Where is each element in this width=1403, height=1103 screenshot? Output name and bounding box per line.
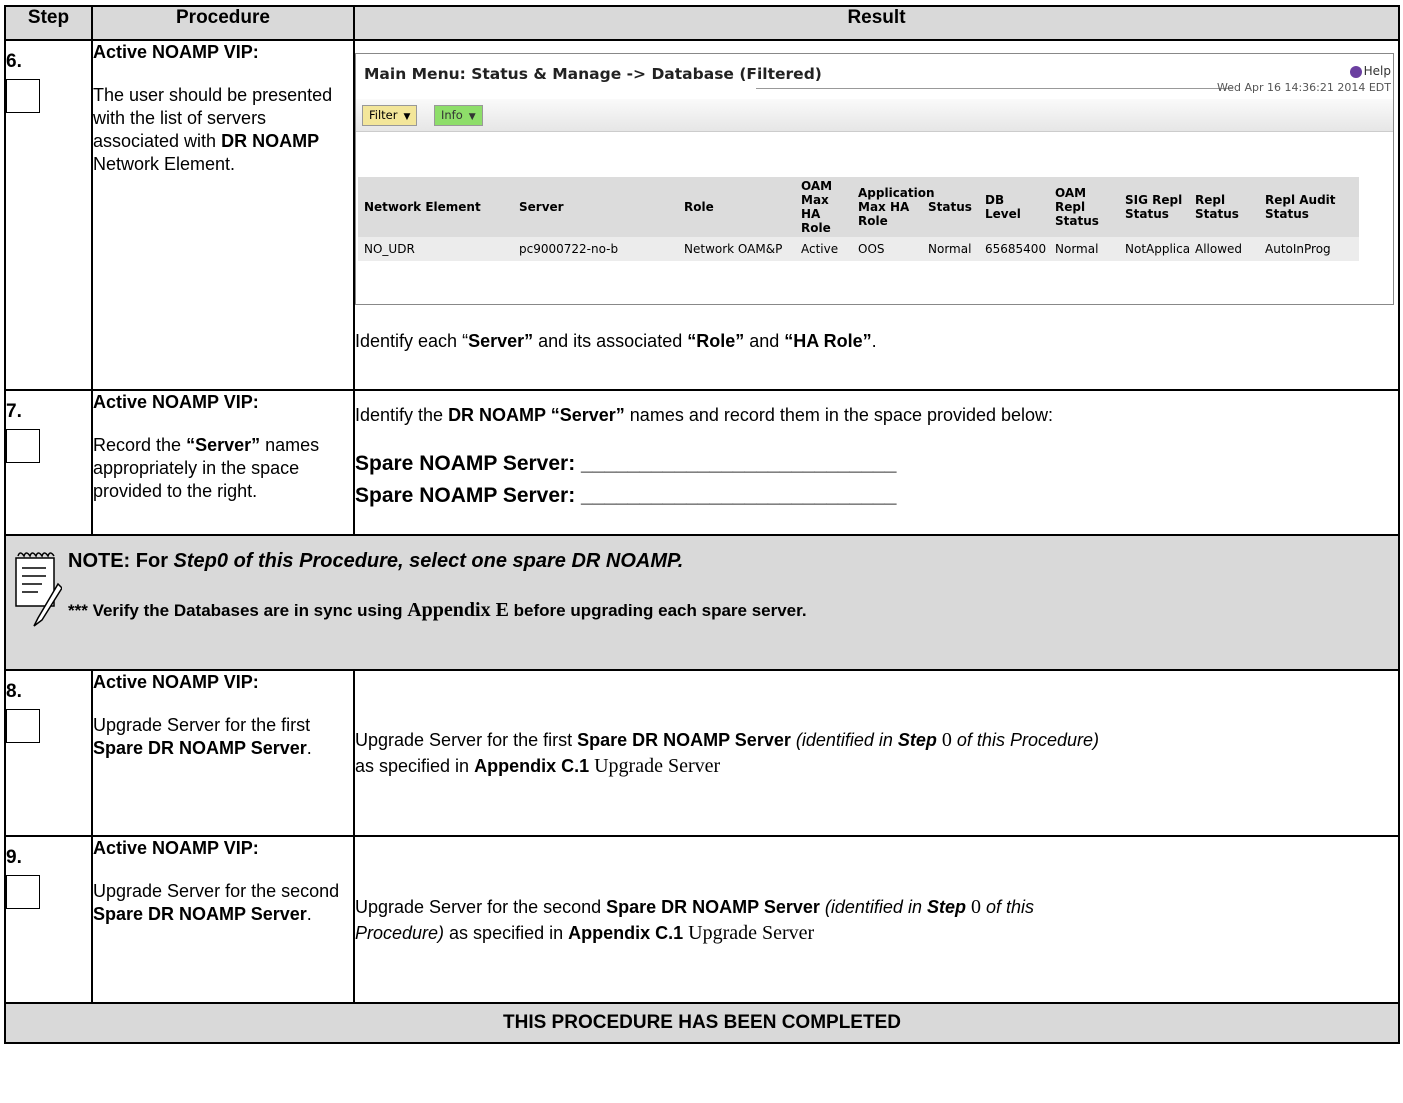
record-instruction: Identify the DR NOAMP “Server” names and… xyxy=(355,405,1054,425)
table-cell: 65685400 xyxy=(979,237,1049,261)
step-number: 6. xyxy=(6,51,22,72)
procedure-table: Step Procedure Result 6. Active NOAMP VI… xyxy=(4,5,1400,1044)
step-description: Upgrade Server for the second Spare DR N… xyxy=(93,881,340,924)
table-cell: AutoInProg xyxy=(1259,237,1359,261)
column-header[interactable]: OAM Max HA Role xyxy=(795,177,852,237)
step-title: Active NOAMP VIP: xyxy=(93,392,259,412)
header-procedure: Procedure xyxy=(91,5,355,41)
notepad-icon xyxy=(15,552,62,627)
table-cell: Network OAM&P xyxy=(678,237,795,261)
column-header[interactable]: Application Max HA Role xyxy=(852,177,935,237)
chevron-down-icon: ▼ xyxy=(403,112,411,122)
table-cell: Normal xyxy=(922,237,979,261)
table-row[interactable]: NO_UDR pc9000722-no-b Network OAM&P Acti… xyxy=(358,237,1359,261)
table-cell: NO_UDR xyxy=(358,237,513,261)
step-9-row: 9. Active NOAMP VIP: Upgrade Server for … xyxy=(4,835,1400,1004)
help-link[interactable]: Help xyxy=(1349,64,1391,78)
toolbar: Filter ▼ Info ▼ xyxy=(356,99,1393,132)
completion-row: THIS PROCEDURE HAS BEEN COMPLETED xyxy=(4,1002,1400,1044)
filter-button[interactable]: Filter ▼ xyxy=(362,105,418,126)
note-verify-text: *** Verify the Databases are in sync usi… xyxy=(68,599,807,621)
step-checkbox[interactable] xyxy=(6,875,40,909)
upgrade-instruction: Upgrade Server for the first Spare DR NO… xyxy=(355,729,1099,777)
table-cell: NotApplicab xyxy=(1119,237,1189,261)
step-6-row: 6. Active NOAMP VIP: The user should be … xyxy=(4,39,1400,391)
database-status-screenshot: Main Menu: Status & Manage -> Database (… xyxy=(355,53,1394,305)
note-row: NOTE: For Step0 of this Procedure, selec… xyxy=(4,534,1400,671)
database-table: Network Element Server Role OAM Max HA R… xyxy=(358,177,1359,261)
table-cell: Active xyxy=(795,237,852,261)
step-description: Record the “Server” names appropriately … xyxy=(93,435,320,501)
main-menu-title: Main Menu: Status & Manage -> Database (… xyxy=(364,65,822,83)
step-number: 9. xyxy=(6,847,22,868)
spare-server-field-1[interactable]: Spare NOAMP Server: ____________________… xyxy=(355,452,1398,476)
step-number: 8. xyxy=(6,681,22,702)
column-header[interactable]: Server xyxy=(513,177,678,237)
step-title: Active NOAMP VIP: xyxy=(93,672,259,692)
chevron-down-icon: ▼ xyxy=(468,112,476,122)
column-header[interactable]: DB Level xyxy=(979,177,1049,237)
info-button[interactable]: Info ▼ xyxy=(434,105,483,126)
table-cell: Allowed xyxy=(1189,237,1259,261)
column-header[interactable]: Repl Audit Status xyxy=(1259,177,1359,237)
completion-text: THIS PROCEDURE HAS BEEN COMPLETED xyxy=(4,1002,1400,1044)
column-header[interactable]: Network Element xyxy=(358,177,513,237)
step-description: The user should be presented with the li… xyxy=(93,85,333,174)
column-header[interactable]: Repl Status xyxy=(1189,177,1259,237)
spare-server-field-2[interactable]: Spare NOAMP Server: ____________________… xyxy=(355,484,1398,508)
note-text: NOTE: For Step0 of this Procedure, selec… xyxy=(68,550,684,572)
step-checkbox[interactable] xyxy=(6,79,40,113)
help-icon xyxy=(1349,65,1362,78)
column-header[interactable]: OAM Repl Status xyxy=(1049,177,1119,237)
step-title: Active NOAMP VIP: xyxy=(93,42,259,62)
upgrade-instruction: Upgrade Server for the second Spare DR N… xyxy=(355,895,1034,944)
identify-instruction: Identify each “Server” and its associate… xyxy=(355,331,877,351)
column-header[interactable]: SIG Repl Status xyxy=(1119,177,1189,237)
table-cell: OOS xyxy=(852,237,922,261)
step-checkbox[interactable] xyxy=(6,709,40,743)
column-header[interactable]: Role xyxy=(678,177,795,237)
step-7-row: 7. Active NOAMP VIP: Record the “Server”… xyxy=(4,389,1400,536)
step-title: Active NOAMP VIP: xyxy=(93,838,259,858)
header-step: Step xyxy=(4,5,93,41)
step-description: Upgrade Server for the first Spare DR NO… xyxy=(93,715,312,758)
step-8-row: 8. Active NOAMP VIP: Upgrade Server for … xyxy=(4,669,1400,837)
table-header-row: Network Element Server Role OAM Max HA R… xyxy=(358,177,1359,237)
header-result: Result xyxy=(353,5,1400,41)
table-cell: Normal xyxy=(1049,237,1119,261)
note-box: NOTE: For Step0 of this Procedure, selec… xyxy=(6,536,1398,669)
divider xyxy=(756,88,1233,89)
table-cell: pc9000722-no-b xyxy=(513,237,678,261)
timestamp: Wed Apr 16 14:36:21 2014 EDT xyxy=(1216,81,1391,94)
step-checkbox[interactable] xyxy=(6,429,40,463)
step-number: 7. xyxy=(6,401,22,422)
